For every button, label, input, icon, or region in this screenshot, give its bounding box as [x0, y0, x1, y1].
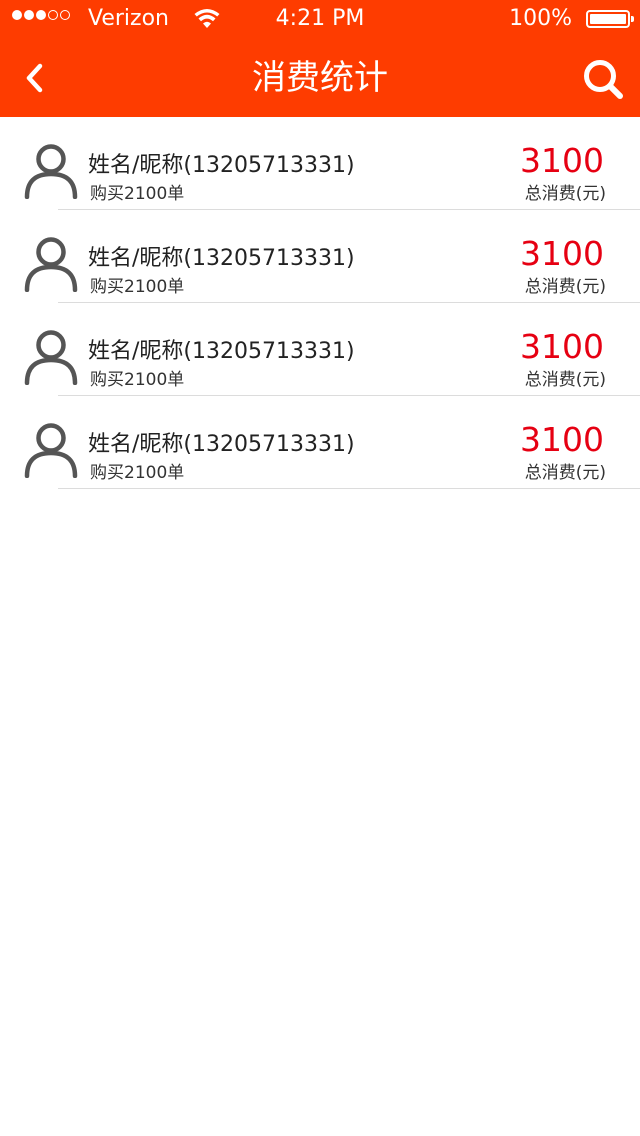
row-divider: [58, 488, 640, 489]
total-amount: 3100: [520, 141, 604, 180]
user-name: 姓名/昵称(13205713331): [88, 432, 355, 457]
nav-bar: 消费统计: [0, 40, 640, 117]
user-name: 姓名/昵称(13205713331): [88, 153, 355, 178]
consumer-list: 姓名/昵称(13205713331) 购买2100单 3100 总消费(元) 姓…: [0, 117, 640, 489]
user-avatar-icon: [24, 330, 78, 385]
list-item[interactable]: 姓名/昵称(13205713331) 购买2100单 3100 总消费(元): [0, 396, 640, 489]
total-amount-label: 总消费(元): [524, 277, 606, 297]
user-avatar-icon: [24, 144, 78, 199]
total-amount-label: 总消费(元): [524, 184, 606, 204]
user-name: 姓名/昵称(13205713331): [88, 339, 355, 364]
total-amount-label: 总消费(元): [524, 370, 606, 390]
battery-icon: [586, 10, 634, 28]
search-icon: [584, 60, 623, 99]
list-item[interactable]: 姓名/昵称(13205713331) 购买2100单 3100 总消费(元): [0, 117, 640, 210]
total-amount: 3100: [520, 420, 604, 459]
list-item[interactable]: 姓名/昵称(13205713331) 购买2100单 3100 总消费(元): [0, 210, 640, 303]
order-count: 购买2100单: [90, 370, 185, 390]
user-avatar-icon: [24, 423, 78, 478]
search-button[interactable]: [580, 56, 626, 102]
order-count: 购买2100单: [90, 463, 185, 483]
order-count: 购买2100单: [90, 277, 185, 297]
user-name: 姓名/昵称(13205713331): [88, 246, 355, 271]
user-avatar-icon: [24, 237, 78, 292]
list-item[interactable]: 姓名/昵称(13205713331) 购买2100单 3100 总消费(元): [0, 303, 640, 396]
battery-percentage: 100%: [509, 6, 572, 31]
total-amount: 3100: [520, 234, 604, 273]
total-amount: 3100: [520, 327, 604, 366]
status-bar: Verizon 4:21 PM 100%: [0, 0, 640, 40]
page-title: 消费统计: [252, 58, 388, 98]
total-amount-label: 总消费(元): [524, 463, 606, 483]
order-count: 购买2100单: [90, 184, 185, 204]
